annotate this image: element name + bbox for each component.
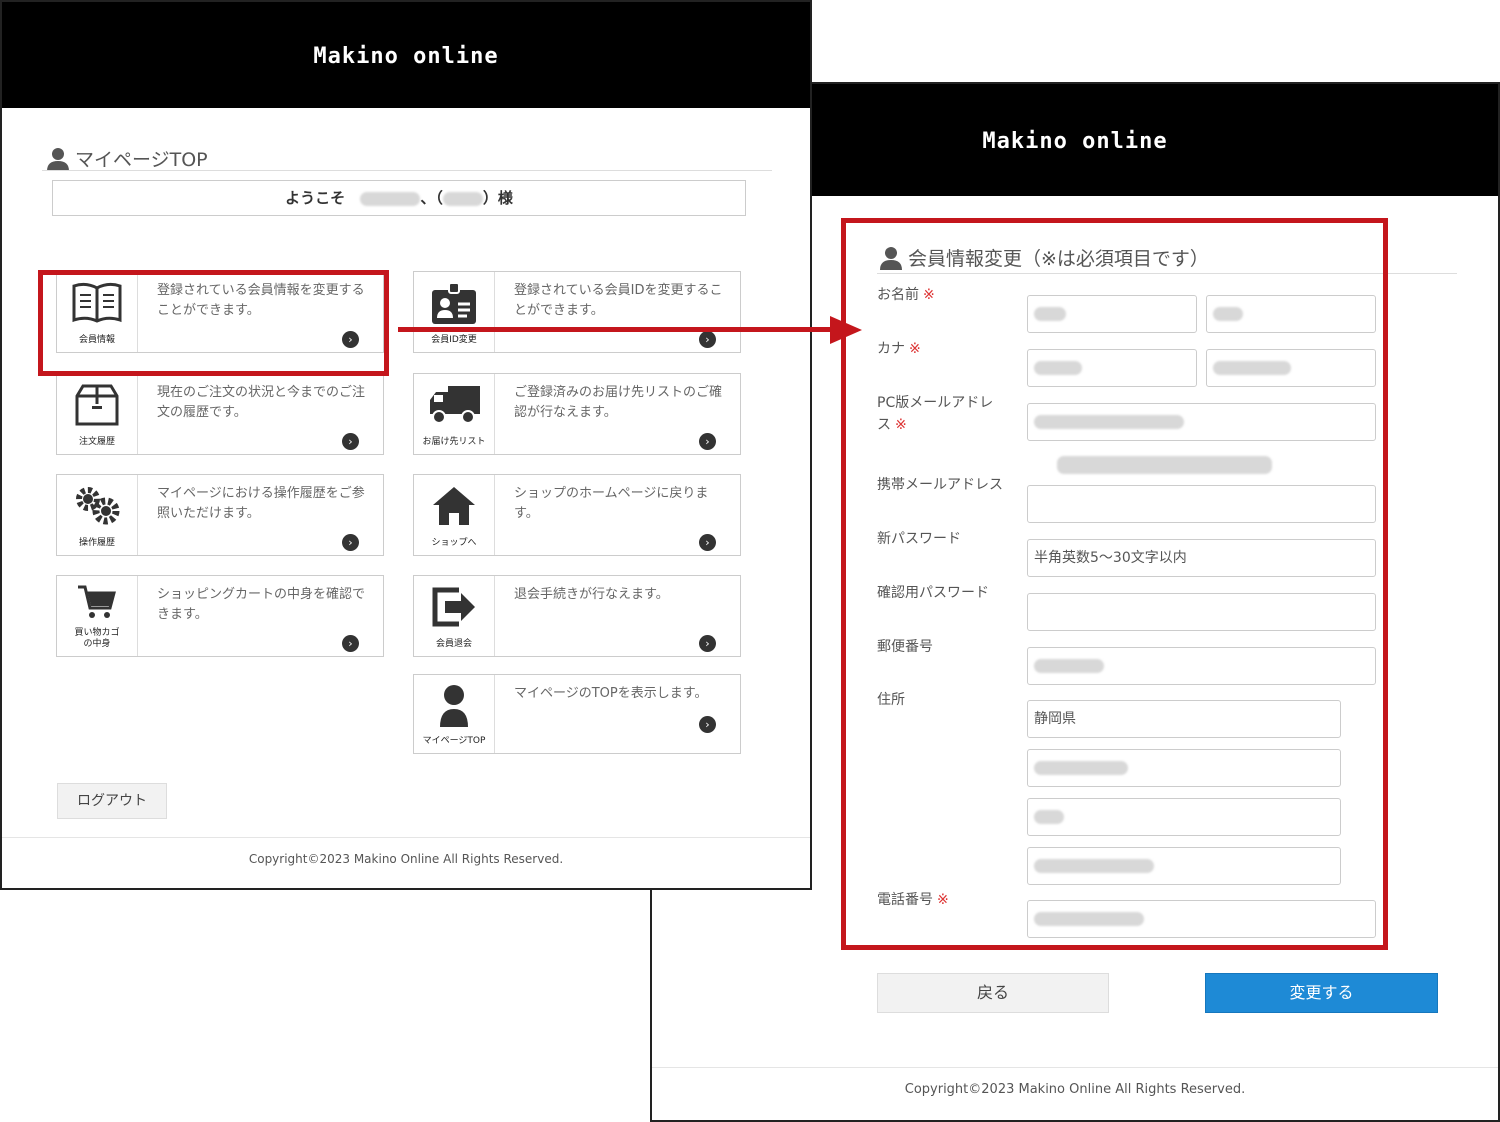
id-card-icon xyxy=(432,282,476,324)
box-icon xyxy=(75,384,119,426)
card-description: マイページにおける操作履歴をご参照いただけます。 xyxy=(157,486,365,521)
footer-divider xyxy=(2,837,810,838)
chevron-right-icon[interactable]: › xyxy=(342,635,359,652)
card-label: 会員退会 xyxy=(435,639,472,649)
welcome-text: ようこそ xyxy=(285,189,346,207)
logout-button[interactable]: ログアウト xyxy=(57,783,167,819)
card-icon-box: 操作履歴 xyxy=(57,475,138,555)
masked-name xyxy=(360,191,421,206)
card-member-id[interactable]: 会員ID変更 登録されている会員IDを変更することができます。 › xyxy=(413,271,741,353)
title-divider xyxy=(42,170,772,171)
card-icon-box: お届け先リスト xyxy=(414,374,495,454)
exit-icon xyxy=(432,587,475,627)
welcome-suffix: ）様 xyxy=(482,189,513,207)
copyright: Copyright©2023 Makino Online All Rights … xyxy=(904,1082,1246,1097)
chevron-right-icon[interactable]: › xyxy=(699,433,716,450)
card-description: 退会手続きが行なえます。 xyxy=(514,587,669,602)
card-description: ショッピングカートの中身を確認できます。 xyxy=(157,587,366,622)
card-order-history[interactable]: 注文履歴 現在のご注文の状況と今までのご注文の履歴です。 › xyxy=(56,373,384,455)
copyright: Copyright©2023 Makino Online All Rights … xyxy=(248,852,564,866)
chevron-right-icon[interactable]: › xyxy=(699,635,716,652)
card-description: 登録されている会員IDを変更することができます。 xyxy=(514,283,723,318)
chevron-right-icon[interactable]: › xyxy=(699,716,716,733)
card-description: ショップのホームページに戻ります。 xyxy=(514,486,709,521)
submit-button[interactable]: 変更する xyxy=(1205,973,1438,1013)
card-icon-box: ショップへ xyxy=(414,475,495,555)
chevron-right-icon[interactable]: › xyxy=(699,534,716,551)
card-icon-box: 会員退会 xyxy=(414,576,495,656)
card-label: 注文履歴 xyxy=(78,437,115,447)
card-description: ご登録済みのお届け先リストのご確認が行なえます。 xyxy=(514,385,723,420)
cart-icon xyxy=(78,585,116,618)
card-description: 現在のご注文の状況と今までのご注文の履歴です。 xyxy=(157,385,366,420)
card-label: 会員ID変更 xyxy=(431,335,477,345)
chevron-right-icon[interactable]: › xyxy=(342,433,359,450)
footer-divider xyxy=(652,1067,1498,1068)
gears-icon xyxy=(76,487,120,525)
card-label: 操作履歴 xyxy=(78,538,115,548)
card-mypage-top[interactable]: マイページTOP マイページのTOPを表示します。 › xyxy=(413,674,741,754)
user-icon xyxy=(440,685,468,727)
site-header-logo: Makino online xyxy=(2,2,810,108)
card-description: マイページのTOPを表示します。 xyxy=(514,686,708,701)
card-icon-box: 注文履歴 xyxy=(57,374,138,454)
highlight-form xyxy=(841,218,1388,950)
card-icon-box: マイページTOP xyxy=(414,675,495,753)
user-icon xyxy=(47,147,69,171)
chevron-right-icon[interactable]: › xyxy=(342,534,359,551)
arrow-shaft xyxy=(398,327,838,332)
welcome-banner: ようこそ 、（ ）様 xyxy=(52,180,746,216)
card-delivery-list[interactable]: お届け先リスト ご登録済みのお届け先リストのご確認が行なえます。 › xyxy=(413,373,741,455)
welcome-sep: 、（ xyxy=(420,189,443,207)
card-label: マイページTOP xyxy=(422,736,486,746)
card-operation-history[interactable]: 操作履歴 マイページにおける操作履歴をご参照いただけます。 › xyxy=(56,474,384,556)
card-label: お届け先リスト xyxy=(422,437,486,447)
card-label: 買い物カゴ の中身 xyxy=(74,628,120,649)
page-title: マイページTOP xyxy=(47,145,208,172)
card-shop-home[interactable]: ショップへ ショップのホームページに戻ります。 › xyxy=(413,474,741,556)
highlight-member-info xyxy=(38,270,389,376)
chevron-right-icon[interactable]: › xyxy=(699,331,716,348)
mypage-window: Makino online マイページTOP ようこそ 、（ ）様 会員情報 登録… xyxy=(0,0,812,890)
card-label: ショップへ xyxy=(431,538,477,548)
home-icon xyxy=(433,487,475,525)
arrow-right-icon xyxy=(830,316,862,344)
masked-kana xyxy=(442,191,483,206)
card-shopping-cart[interactable]: 買い物カゴ の中身 ショッピングカートの中身を確認できます。 › xyxy=(56,575,384,657)
back-button[interactable]: 戻る xyxy=(877,973,1109,1013)
card-icon-box: 会員ID変更 xyxy=(414,272,495,352)
card-unsubscribe[interactable]: 会員退会 退会手続きが行なえます。 › xyxy=(413,575,741,657)
card-icon-box: 買い物カゴ の中身 xyxy=(57,576,138,656)
page-title-text: マイページTOP xyxy=(75,149,208,171)
truck-icon xyxy=(430,386,480,424)
